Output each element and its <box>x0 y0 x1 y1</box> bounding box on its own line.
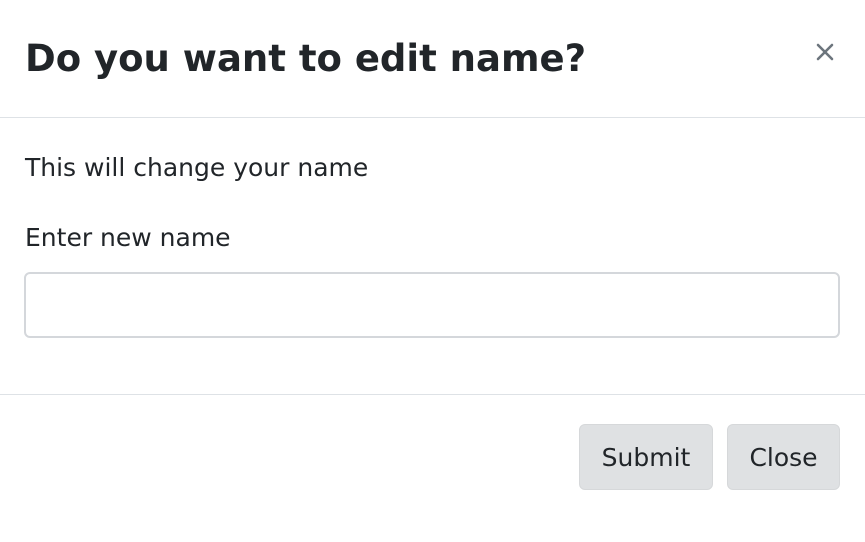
submit-button[interactable]: Submit <box>579 424 713 490</box>
close-icon <box>816 43 834 61</box>
edit-name-dialog: Do you want to edit name? This will chan… <box>0 0 865 542</box>
close-button[interactable]: Close <box>727 424 840 490</box>
close-x-button[interactable] <box>805 32 845 72</box>
dialog-header: Do you want to edit name? <box>0 0 865 118</box>
dialog-body: This will change your name Enter new nam… <box>0 118 865 395</box>
dialog-description: This will change your name <box>25 153 369 182</box>
name-field-label: Enter new name <box>25 223 231 252</box>
dialog-title: Do you want to edit name? <box>25 37 587 80</box>
new-name-input[interactable] <box>24 272 840 338</box>
